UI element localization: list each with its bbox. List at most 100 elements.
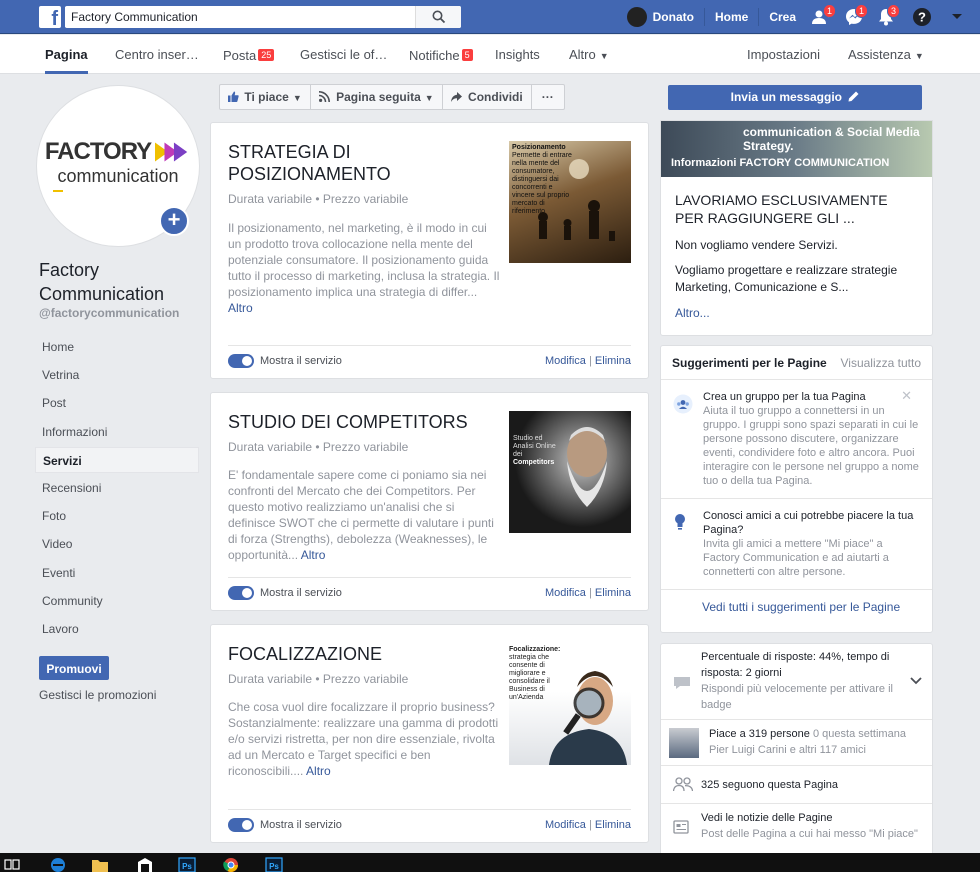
tab-notifications[interactable]: Notifiche 5 — [409, 35, 473, 74]
more-options-button[interactable]: ··· — [532, 85, 564, 109]
photoshop-icon[interactable]: Ps — [177, 856, 197, 872]
chevron-down-icon[interactable] — [910, 674, 922, 688]
manage-promotions-link[interactable]: Gestisci le promozioni — [39, 688, 156, 702]
service-title[interactable]: STRATEGIA DI POSIZIONAMENTO — [228, 141, 508, 185]
left-nav-shop[interactable]: Vetrina — [35, 362, 199, 388]
logo-arrows-icon — [155, 142, 188, 162]
about-more-link[interactable]: Altro... — [675, 306, 918, 320]
service-title[interactable]: FOCALIZZAZIONE — [228, 643, 508, 665]
see-all-suggestions-link[interactable]: Vedi tutti i suggerimenti per le Pagine — [661, 590, 932, 614]
left-nav-events[interactable]: Eventi — [35, 560, 199, 586]
follows-row[interactable]: 325 seguono questa Pagina — [661, 766, 932, 804]
caret-down-icon: ▼ — [424, 93, 434, 103]
page-handle[interactable]: @factorycommunication — [39, 306, 179, 320]
account-menu-button[interactable] — [942, 0, 972, 34]
page-suggestions-panel: Suggerimenti per le Pagine Visualizza tu… — [660, 345, 933, 633]
delete-link[interactable]: Elimina — [595, 819, 631, 831]
tab-page[interactable]: Pagina — [45, 35, 88, 74]
suggestion-item[interactable]: Conosci amici a cui potrebbe piacere la … — [661, 499, 932, 590]
caret-down-icon — [952, 14, 962, 19]
plus-icon: + — [167, 207, 181, 232]
edit-link[interactable]: Modifica — [545, 355, 586, 367]
left-nav-posts[interactable]: Post — [35, 390, 199, 416]
pencil-icon — [848, 91, 859, 102]
left-nav-reviews[interactable]: Recensioni — [35, 475, 199, 501]
promote-button[interactable]: Promuovi — [39, 656, 109, 680]
search-box — [65, 6, 461, 28]
tab-ad-center[interactable]: Centro inser… — [115, 35, 199, 74]
service-image[interactable]: Studio ed Analisi Online dei Competitors — [509, 411, 631, 533]
create-link[interactable]: Crea — [759, 8, 806, 26]
notifications-button[interactable]: 3 — [870, 0, 902, 34]
follow-button[interactable]: Pagina seguita ▼ — [311, 85, 443, 109]
left-nav-home[interactable]: Home — [35, 334, 199, 360]
store-icon[interactable] — [135, 856, 155, 872]
windows-taskbar: Ps Ps — [0, 853, 980, 872]
user-profile-link[interactable]: Donato — [617, 7, 705, 27]
show-service-label: Mostra il servizio — [260, 355, 342, 367]
service-image[interactable]: Focalizzazione: strategia che consente di… — [509, 643, 631, 765]
search-icon — [432, 10, 445, 24]
service-image[interactable]: Posizionamento Permette di entrare nella … — [509, 141, 631, 263]
suggestion-item[interactable]: Crea un gruppo per la tua Pagina Aiuta i… — [661, 380, 932, 499]
delete-link[interactable]: Elimina — [595, 355, 631, 367]
news-feed-icon — [673, 820, 689, 834]
friend-requests-badge: 1 — [822, 4, 836, 18]
chrome-browser-icon[interactable] — [221, 856, 241, 872]
left-nav-community[interactable]: Community — [35, 588, 199, 614]
page-news-row[interactable]: Vedi le notizie delle Pagine Post delle … — [661, 804, 932, 848]
left-nav-photos[interactable]: Foto — [35, 503, 199, 529]
read-more-link[interactable]: Altro — [228, 301, 253, 315]
read-more-link[interactable]: Altro — [301, 548, 326, 562]
tab-settings[interactable]: Impostazioni — [747, 35, 820, 74]
read-more-link[interactable]: Altro — [306, 764, 331, 778]
left-nav: Home Vetrina Post Informazioni Servizi R… — [35, 334, 199, 644]
likes-row[interactable]: Piace a 319 persone 0 questa settimana P… — [661, 720, 932, 766]
about-banner[interactable]: communication & Social Media Strategy. I… — [661, 121, 932, 177]
tab-manage-offers[interactable]: Gestisci le of… — [300, 35, 387, 74]
edge-browser-icon[interactable] — [48, 856, 68, 872]
friend-requests-button[interactable]: 1 — [806, 0, 838, 34]
edit-link[interactable]: Modifica — [545, 587, 586, 599]
service-footer: Mostra il servizio Modifica | Elimina — [228, 815, 631, 835]
tab-insights[interactable]: Insights — [495, 35, 540, 74]
left-nav-videos[interactable]: Video — [35, 531, 199, 557]
page-news-sub: Post delle Pagina a cui hai messo "Mi pi… — [701, 828, 918, 840]
people-icon — [673, 777, 693, 792]
service-footer: Mostra il servizio Modifica | Elimina — [228, 583, 631, 603]
send-message-button[interactable]: Invia un messaggio — [668, 85, 922, 110]
delete-link[interactable]: Elimina — [595, 587, 631, 599]
view-all-link[interactable]: Visualizza tutto — [841, 356, 922, 370]
tab-help[interactable]: Assistenza ▼ — [848, 35, 924, 74]
service-image-text: Competitors — [513, 459, 555, 466]
help-button[interactable]: ? — [902, 0, 942, 34]
close-icon[interactable]: ✕ — [901, 388, 912, 404]
response-rate-row[interactable]: Percentuale di risposte: 44%, tempo di r… — [661, 644, 932, 720]
search-input[interactable] — [65, 7, 415, 27]
show-service-toggle[interactable] — [228, 818, 254, 832]
inbox-badge: 25 — [258, 49, 275, 61]
like-button[interactable]: Ti piace ▼ — [220, 85, 311, 109]
left-nav-jobs[interactable]: Lavoro — [35, 616, 199, 642]
tab-more[interactable]: Altro ▼ — [569, 35, 609, 74]
add-photo-button[interactable]: + — [159, 206, 189, 236]
user-avatar — [626, 7, 647, 27]
photoshop-icon[interactable]: Ps — [264, 856, 284, 872]
service-title[interactable]: STUDIO DEI COMPETITORS — [228, 411, 508, 433]
show-service-toggle[interactable] — [228, 586, 254, 600]
left-nav-services[interactable]: Servizi — [35, 446, 199, 473]
search-button[interactable] — [415, 6, 461, 28]
messages-button[interactable]: 1 — [838, 0, 870, 34]
facebook-logo-icon[interactable]: f — [39, 6, 61, 28]
tab-inbox[interactable]: Posta 25 — [223, 35, 275, 74]
task-view-icon[interactable] — [2, 856, 22, 872]
file-explorer-icon[interactable] — [90, 856, 110, 872]
left-nav-about[interactable]: Informazioni — [35, 419, 199, 445]
response-rate-text: Percentuale di risposte: 44%, tempo di r… — [701, 651, 890, 679]
home-link[interactable]: Home — [705, 8, 760, 26]
show-service-toggle[interactable] — [228, 354, 254, 368]
friend-avatar — [669, 728, 699, 758]
edit-link[interactable]: Modifica — [545, 819, 586, 831]
chat-bubble-icon — [674, 677, 690, 689]
share-button[interactable]: Condividi — [443, 85, 532, 109]
